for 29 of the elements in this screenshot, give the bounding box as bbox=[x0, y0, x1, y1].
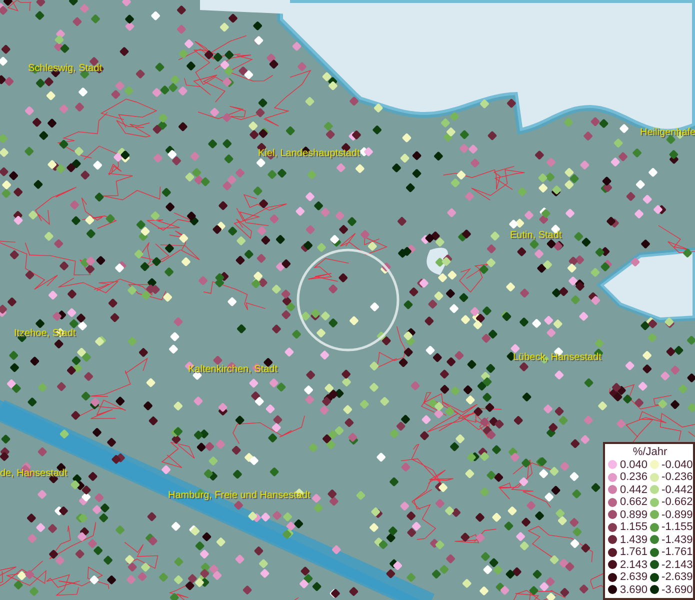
place-label: de, Hansestadt bbox=[0, 468, 68, 479]
legend-value: 2.143 bbox=[620, 558, 648, 571]
legend-value: -3.690 bbox=[662, 584, 693, 596]
legend-value: 0.236 bbox=[620, 471, 648, 484]
place-label: Eutin, Stadt bbox=[510, 230, 562, 241]
legend-title: %/Jahr bbox=[632, 446, 668, 458]
legend-value: -0.236 bbox=[662, 471, 693, 484]
legend-value: -0.442 bbox=[662, 484, 693, 496]
legend-value: -1.155 bbox=[662, 521, 693, 534]
place-label: Heiligenhafe bbox=[640, 127, 695, 138]
legend-value: 0.662 bbox=[620, 496, 648, 508]
legend-value: 2.639 bbox=[620, 571, 648, 584]
legend-value: 1.439 bbox=[620, 534, 648, 546]
place-label: Hamburg, Freie und Hansestadt bbox=[168, 490, 310, 501]
legend-value: 3.690 bbox=[620, 584, 648, 596]
legend-value: -1.439 bbox=[662, 534, 693, 546]
legend-value: -2.639 bbox=[662, 571, 693, 584]
place-label: Kaltenkirchen, Stadt bbox=[188, 364, 278, 375]
legend-value: 1.155 bbox=[620, 521, 648, 534]
place-label: Lübeck, Hansestadt bbox=[513, 352, 602, 363]
legend-value: 0.899 bbox=[620, 508, 648, 521]
legend-value: 0.040 bbox=[620, 458, 648, 471]
legend-value: -0.662 bbox=[662, 496, 693, 508]
legend-value: -2.143 bbox=[662, 558, 693, 571]
legend-value: -1.761 bbox=[662, 546, 693, 558]
legend-value: -0.040 bbox=[662, 458, 693, 471]
legend-value: 0.442 bbox=[620, 484, 648, 496]
legend-value: 1.761 bbox=[620, 546, 648, 558]
legend-value: -0.899 bbox=[662, 508, 693, 521]
